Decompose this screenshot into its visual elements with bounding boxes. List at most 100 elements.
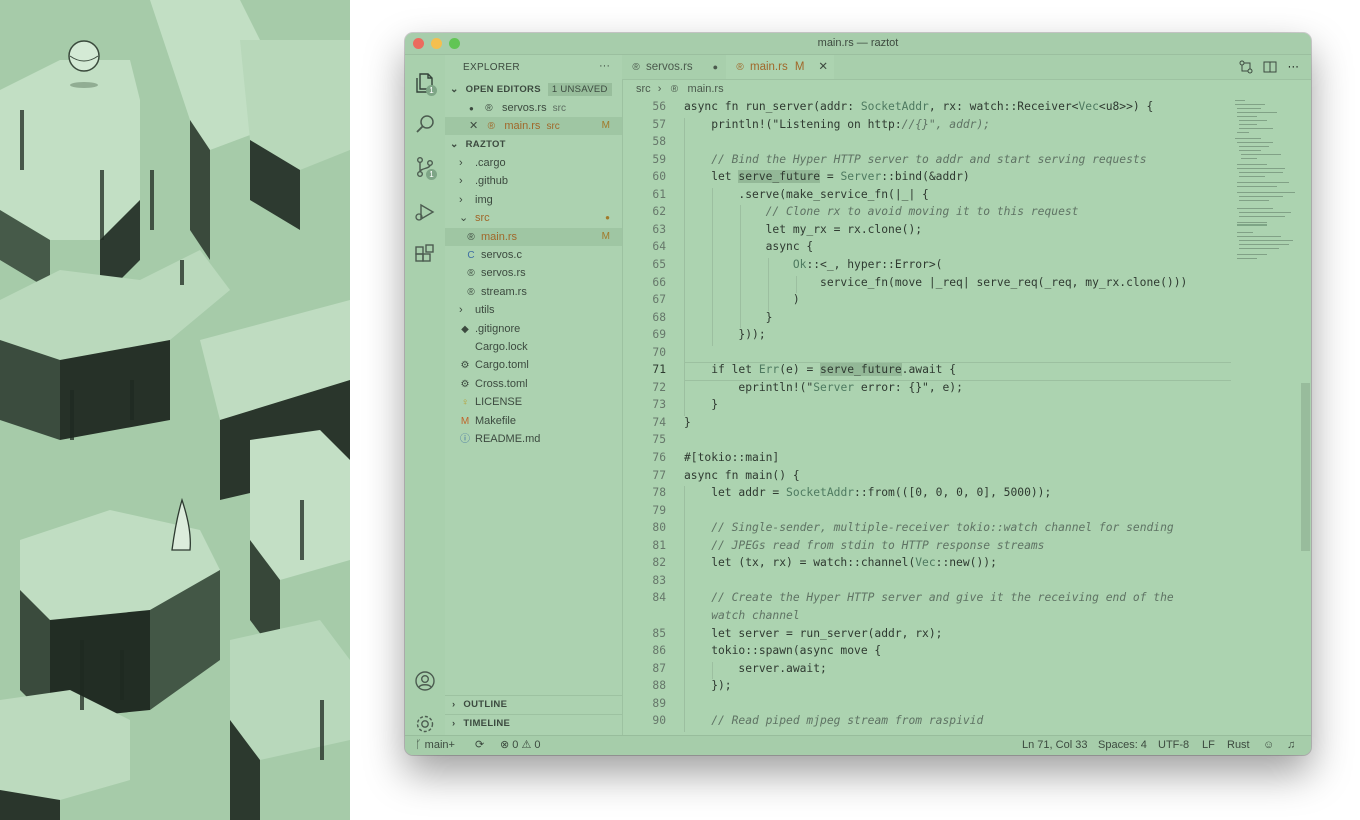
encoding[interactable]: UTF-8 <box>1158 736 1189 755</box>
tree-item[interactable]: ⚙ Cargo.toml <box>445 356 622 374</box>
code-line[interactable]: async fn main() { <box>684 469 800 482</box>
tree-item[interactable]: ♀ LICENSE <box>445 393 622 411</box>
tree-item[interactable]: ® servos.rs <box>445 264 622 282</box>
code-line[interactable]: println!("Listening on http://{}", addr)… <box>684 118 990 131</box>
unsaved-badge: 1 UNSAVED <box>547 83 612 96</box>
code-line[interactable]: let server = run_server(addr, rx); <box>684 627 942 640</box>
open-editor-dir: src <box>546 121 560 132</box>
code-line[interactable]: let addr = SocketAddr::from(([0, 0, 0, 0… <box>684 486 1051 499</box>
dirty-indicator[interactable]: ● <box>469 104 474 113</box>
open-editor-name: servos.rs <box>501 102 547 114</box>
problems-indicator[interactable]: ⊗ 0 ⚠ 0 <box>500 736 541 755</box>
end-of-line[interactable]: LF <box>1202 736 1215 755</box>
tree-item-label: Cargo.lock <box>475 341 528 353</box>
tree-item[interactable]: ◆ .gitignore <box>445 320 622 338</box>
code-line[interactable]: let serve_future = Server::bind(&addr) <box>684 170 970 184</box>
compare-changes-icon[interactable] <box>1239 60 1253 74</box>
code-line[interactable]: if let Err(e) = serve_future.await { <box>684 363 956 377</box>
tree-item[interactable]: ® stream.rs <box>445 283 622 301</box>
tree-item[interactable]: › img <box>445 191 622 209</box>
code-line[interactable]: })); <box>684 328 765 341</box>
code-line[interactable]: } <box>684 311 773 324</box>
code-line[interactable]: // Bind the Hyper HTTP server to addr an… <box>684 153 1146 166</box>
line-number: 80 <box>652 521 666 535</box>
info-icon: ⓘ <box>460 434 470 445</box>
files-icon[interactable]: 1 <box>413 71 437 96</box>
scrollbar-thumb[interactable] <box>1301 383 1310 551</box>
tree-item[interactable]: › .github <box>445 172 622 190</box>
editor-more-icon[interactable]: ··· <box>1288 55 1300 79</box>
tree-item[interactable]: ® main.rs M <box>445 227 622 246</box>
minimap[interactable] <box>1231 98 1299 735</box>
code-line[interactable]: async { <box>684 240 814 253</box>
code-line[interactable]: async fn run_server(addr: SocketAddr, rx… <box>684 100 1153 113</box>
code-line[interactable]: }); <box>684 679 731 692</box>
open-editor-item[interactable]: ● ® servos.rs src <box>445 99 622 117</box>
tree-item[interactable]: › utils <box>445 301 622 319</box>
code-line[interactable]: // Single-sender, multiple-receiver toki… <box>684 521 1174 534</box>
sync-icon[interactable]: ⟳ <box>475 736 484 755</box>
code-line[interactable]: // JPEGs read from stdin to HTTP respons… <box>684 539 1044 552</box>
tree-item[interactable]: › .cargo <box>445 154 622 172</box>
branch-indicator[interactable]: ᚴ main+ <box>415 736 455 755</box>
indentation[interactable]: Spaces: 4 <box>1098 736 1147 755</box>
title-bar: main.rs — raztot <box>405 33 1311 55</box>
code-line[interactable]: // Read piped mjpeg stream from raspivid <box>684 714 983 727</box>
rust-icon: ® <box>487 121 495 132</box>
project-section[interactable]: ⌄ RAZTOT <box>445 136 622 154</box>
run-debug-icon[interactable] <box>413 200 437 224</box>
close-icon[interactable]: ✕ <box>469 120 478 132</box>
branch-name: main+ <box>424 739 455 751</box>
language-mode[interactable]: Rust <box>1227 736 1250 755</box>
gear-icon[interactable] <box>413 712 437 734</box>
tree-item[interactable]: ⚙ Cross.toml <box>445 375 622 393</box>
code-line[interactable]: eprintln!("Server error: {}", e); <box>684 381 962 394</box>
code-line[interactable]: let my_rx = rx.clone(); <box>684 223 922 236</box>
breadcrumb: src › ® main.rs <box>622 80 1311 98</box>
open-editors-label: OPEN EDITORS <box>465 84 541 95</box>
extensions-icon[interactable] <box>413 243 437 267</box>
tree-item[interactable]: Cargo.lock <box>445 338 622 356</box>
tree-item[interactable]: M Makefile <box>445 412 622 430</box>
search-icon[interactable] <box>413 113 437 137</box>
code-line[interactable]: #[tokio::main] <box>684 451 779 464</box>
tab-main-rs[interactable]: ® main.rs M ✕ <box>726 55 834 79</box>
open-editor-item[interactable]: ✕ ® main.rs src M <box>445 117 622 135</box>
outline-section[interactable]: › OUTLINE <box>445 695 622 714</box>
code-line[interactable]: Ok::<_, hyper::Error>( <box>684 258 943 271</box>
code-line[interactable]: watch channel <box>684 609 799 622</box>
tree-item[interactable]: ⌄ src ● <box>445 209 622 227</box>
source-control-icon[interactable]: 1 <box>413 155 437 180</box>
c-icon: C <box>467 250 475 261</box>
error-icon: ⊗ <box>500 739 510 751</box>
code-line[interactable]: } <box>684 398 718 411</box>
feedback-icon[interactable]: ☺ <box>1263 736 1274 755</box>
timeline-section[interactable]: › TIMELINE <box>445 714 622 733</box>
close-icon[interactable]: ✕ <box>818 55 828 79</box>
editor-scrollbar[interactable] <box>1300 98 1311 735</box>
explorer-more-button[interactable]: ··· <box>599 60 610 72</box>
notifications-bell-icon[interactable]: ♫ <box>1287 736 1295 755</box>
breadcrumb-folder[interactable]: src <box>636 83 651 95</box>
code-line[interactable]: let (tx, rx) = watch::channel(Vec::new()… <box>684 556 997 569</box>
code-line[interactable]: server.await; <box>684 662 826 675</box>
code-editor[interactable]: 56 async fn run_server(addr: SocketAddr, … <box>622 98 1231 735</box>
code-line[interactable]: tokio::spawn(async move { <box>684 644 881 657</box>
tree-item[interactable]: Cservos.c <box>445 246 622 264</box>
warning-icon: ⚠ <box>521 739 532 751</box>
open-editors-section[interactable]: ⌄ OPEN EDITORS 1 UNSAVED <box>445 81 622 99</box>
code-line[interactable]: service_fn(move |_req| serve_req(_req, m… <box>684 276 1187 289</box>
split-editor-icon[interactable] <box>1263 60 1277 74</box>
account-icon[interactable] <box>413 669 437 693</box>
code-line[interactable]: // Clone rx to avoid moving it to this r… <box>684 205 1079 218</box>
rust-icon: ® <box>467 231 475 243</box>
code-line[interactable]: .serve(make_service_fn(|_| { <box>684 188 928 201</box>
code-line[interactable]: } <box>684 416 691 429</box>
code-line[interactable]: // Create the Hyper HTTP server and give… <box>684 591 1174 604</box>
breadcrumb-file[interactable]: main.rs <box>688 83 724 95</box>
tab-servos-rs[interactable]: ® servos.rs ● <box>622 55 726 79</box>
branch-icon: ᚴ <box>415 739 422 751</box>
code-line[interactable]: ) <box>684 293 800 306</box>
tree-item[interactable]: ⓘ README.md <box>445 430 622 448</box>
cursor-position[interactable]: Ln 71, Col 33 <box>1022 736 1087 755</box>
